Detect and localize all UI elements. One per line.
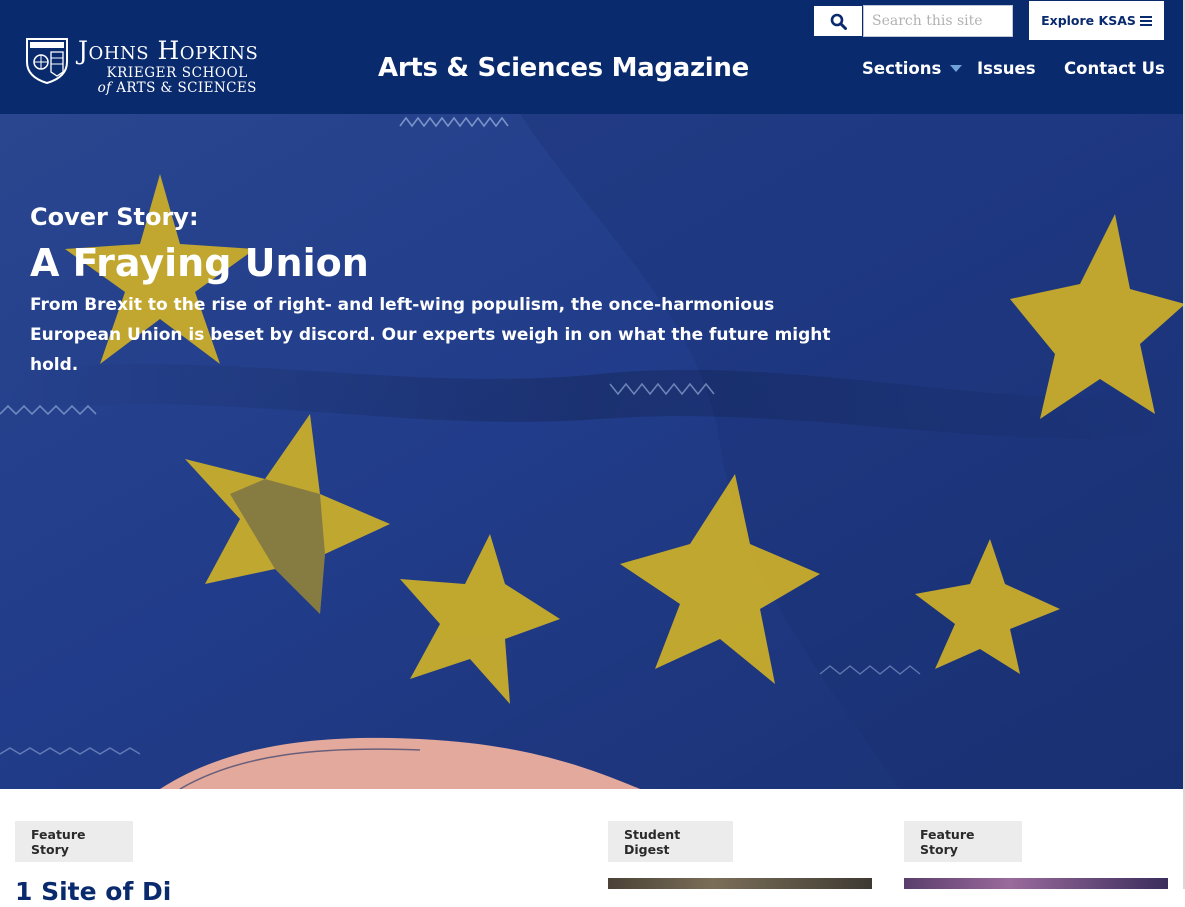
nav-contact-us[interactable]: Contact Us — [1064, 59, 1165, 78]
nav-sections-label: Sections — [862, 59, 942, 78]
search-button[interactable] — [813, 5, 863, 37]
logo-subline-krieger: KRIEGER SCHOOL — [106, 65, 248, 81]
card-tag-student-digest[interactable]: Student Digest — [608, 821, 733, 862]
search-input[interactable] — [863, 5, 1013, 37]
explore-ksas-label: Explore KSAS — [1041, 13, 1136, 28]
card-tag-feature-story[interactable]: Feature Story — [904, 821, 1022, 862]
caret-down-icon — [950, 65, 963, 72]
hero-cover-story[interactable]: Cover Story: A Fraying Union From Brexit… — [0, 114, 1185, 789]
logo-wordmark: Johns Hopkins — [78, 36, 259, 65]
card-thumbnail-image[interactable] — [608, 878, 872, 889]
card-thumbnail-image[interactable] — [904, 878, 1168, 889]
jhu-logo[interactable]: Johns Hopkins KRIEGER SCHOOL of ARTS & S… — [24, 36, 258, 96]
card-title[interactable]: 1 Site of Di — [15, 877, 171, 907]
cover-story-dek: From Brexit to the rise of right- and le… — [30, 295, 831, 375]
explore-ksas-button[interactable]: Explore KSAS — [1029, 1, 1164, 40]
site-header: Johns Hopkins KRIEGER SCHOOL of ARTS & S… — [0, 0, 1185, 114]
search-icon — [830, 13, 847, 30]
card-tag-feature-story[interactable]: Feature Story — [15, 821, 133, 862]
hamburger-icon — [1139, 15, 1152, 26]
cover-story-kicker: Cover Story: — [30, 203, 199, 231]
logo-subline-arts-sciences: of ARTS & SCIENCES — [97, 80, 257, 96]
cover-story-headline[interactable]: A Fraying Union — [30, 240, 860, 286]
nav-sections[interactable]: Sections — [862, 59, 963, 78]
magazine-title[interactable]: Arts & Sciences Magazine — [378, 53, 749, 83]
university-shield-icon — [26, 38, 68, 84]
nav-issues[interactable]: Issues — [977, 59, 1036, 78]
